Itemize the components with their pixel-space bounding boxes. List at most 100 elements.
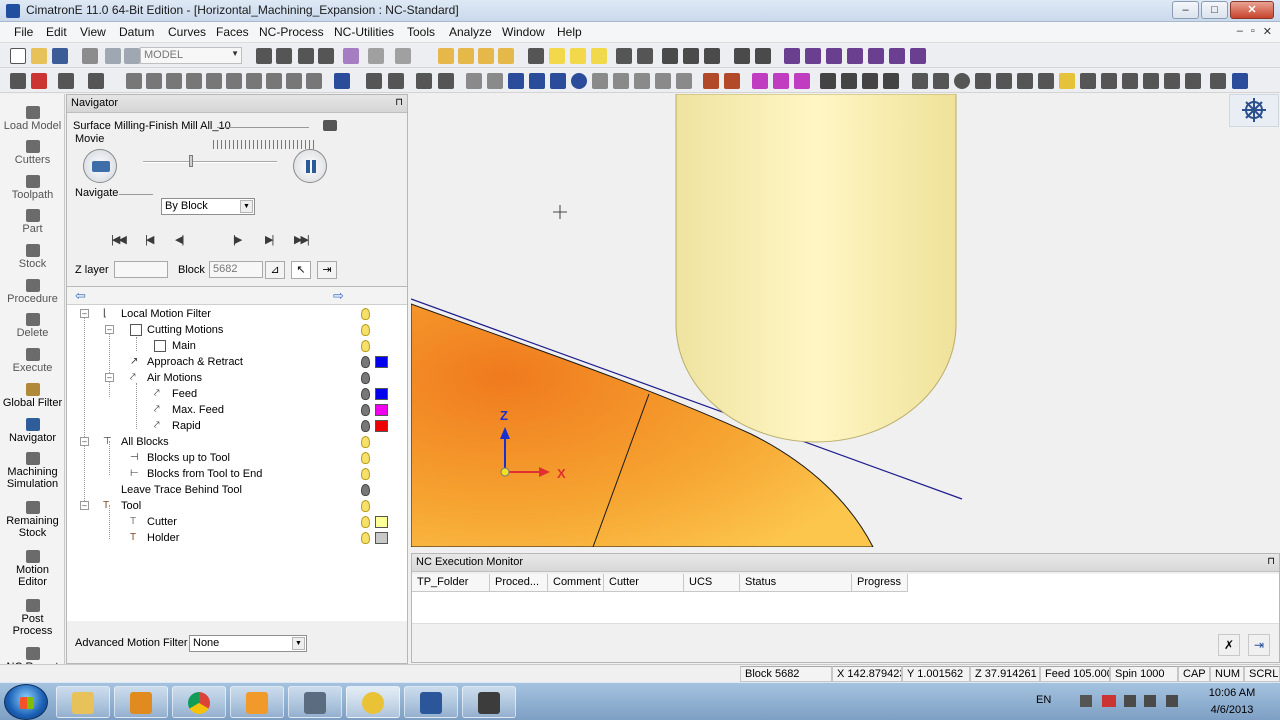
clock-time[interactable]: 10:06 AM [1202,687,1262,699]
curve-tool-icon[interactable] [126,73,142,89]
menu-nc-utilities[interactable]: NC-Utilities [334,25,394,39]
step-forward-button[interactable]: |▶ [233,233,242,246]
bulb-off-icon[interactable] [361,356,370,368]
last-button[interactable]: ▶▶| [294,233,310,246]
doc-2-icon[interactable] [613,73,629,89]
circle-icon[interactable] [954,73,970,89]
motion-editor-button[interactable]: Motion Editor [0,550,65,588]
curve-tool-5-icon[interactable] [206,73,222,89]
measure-2-icon[interactable] [1232,73,1248,89]
arrow-right-icon[interactable]: ⇨ [333,288,344,304]
menu-analyze[interactable]: Analyze [449,25,492,39]
corner-icon[interactable] [1080,73,1096,89]
show-icon[interactable] [549,48,565,64]
doc-5-icon[interactable] [676,73,692,89]
surface-3-icon[interactable] [794,73,810,89]
pin-icon[interactable]: ⊓ [1267,556,1275,567]
curve-tool-8-icon[interactable] [266,73,282,89]
col-tp-folder[interactable]: TP_Folder [412,574,490,592]
taskbar-chrome[interactable] [172,686,226,718]
bulb-off-icon[interactable] [361,404,370,416]
list-icon[interactable] [323,120,337,131]
cube-back-icon[interactable] [868,48,884,64]
curve-tool-9-icon[interactable] [286,73,302,89]
cube-left-icon[interactable] [847,48,863,64]
settings-icon[interactable] [704,48,720,64]
navigator-button[interactable]: Navigator [0,418,65,444]
bulb-on-icon[interactable] [361,308,370,320]
taskbar-tool-app[interactable] [462,686,516,718]
col-cutter[interactable]: Cutter [604,574,684,592]
bulb-off-icon[interactable] [361,484,370,496]
taskbar-cimatron[interactable] [346,686,400,718]
bulb-off-icon[interactable] [361,420,370,432]
filter-icon[interactable] [438,48,454,64]
clock-date[interactable]: 4/6/2013 [1202,704,1262,716]
exit-button[interactable]: ⇥ [317,261,337,279]
cube-front-icon[interactable] [784,48,800,64]
cube-top-icon[interactable] [805,48,821,64]
curve-tool-3-icon[interactable] [166,73,182,89]
menu-file[interactable]: File [14,25,33,39]
exit-monitor-button[interactable]: ⇥ [1248,634,1270,656]
col-status[interactable]: Status [740,574,852,592]
view-mode-icon[interactable] [395,48,411,64]
bulb-on-icon[interactable] [361,436,370,448]
rapid-color-swatch[interactable] [375,420,388,432]
holder-color-swatch[interactable] [375,532,388,544]
print-icon[interactable] [82,48,98,64]
navigate-mode-select[interactable]: By Block ▼ [161,198,255,215]
undo-icon[interactable] [1210,73,1226,89]
draw-line-icon[interactable] [912,73,928,89]
filter-4-icon[interactable] [498,48,514,64]
bulb-off-icon[interactable] [361,388,370,400]
bulb-off-icon[interactable] [361,372,370,384]
zoom-all-icon[interactable] [256,48,272,64]
curve-tool-4-icon[interactable] [186,73,202,89]
transform-4-icon[interactable] [883,73,899,89]
taskbar-word[interactable] [404,686,458,718]
close-button[interactable]: ✕ [1230,1,1274,19]
eraser-icon[interactable] [1185,73,1201,89]
measure-icon[interactable] [683,48,699,64]
model-view-icon[interactable] [124,48,140,64]
menu-faces[interactable]: Faces [216,25,249,39]
advanced-motion-filter-select[interactable]: None ▼ [189,635,307,652]
bulb-on-icon[interactable] [361,340,370,352]
maximize-button[interactable]: □ [1201,1,1228,19]
approach-color-swatch[interactable] [375,356,388,368]
col-ucs[interactable]: UCS [684,574,740,592]
cube-iso-icon[interactable] [910,48,926,64]
select-icon[interactable] [528,48,544,64]
pin-icon[interactable]: ⊓ [395,97,403,108]
tree-row-cutter[interactable]: T Cutter [67,515,407,531]
curve-tool-10-icon[interactable] [306,73,322,89]
tree-row-tool[interactable]: – T Tool [67,499,407,515]
taskbar-explorer[interactable] [56,686,110,718]
grid-icon[interactable] [508,73,524,89]
cutters-button[interactable]: Cutters [0,140,65,166]
sketch-2-icon[interactable] [724,73,740,89]
cube-bottom-icon[interactable] [889,48,905,64]
doc-3-icon[interactable] [634,73,650,89]
collapse-icon[interactable]: – [80,501,89,510]
open-folder-icon[interactable] [31,48,47,64]
zoom-icon[interactable] [298,48,314,64]
angle-icon[interactable] [1101,73,1117,89]
save-icon[interactable] [52,48,68,64]
point-icon[interactable] [366,73,382,89]
surface-2-icon[interactable] [773,73,789,89]
menu-view[interactable]: View [80,25,106,39]
toggle-icon[interactable] [591,48,607,64]
transform-icon[interactable] [820,73,836,89]
step-back-button[interactable]: ◀| [175,233,184,246]
speed-slider-track[interactable] [143,161,277,163]
view-cube[interactable] [1229,94,1279,127]
hide-icon[interactable] [570,48,586,64]
first-button[interactable]: |◀◀ [111,233,127,246]
mdi-restore-button[interactable]: ▫ [1251,25,1255,38]
arrow-left-icon[interactable] [616,48,632,64]
tree-row-all-blocks[interactable]: – ⊤ All Blocks [67,435,407,451]
list-icon[interactable] [334,73,350,89]
transform-3-icon[interactable] [862,73,878,89]
